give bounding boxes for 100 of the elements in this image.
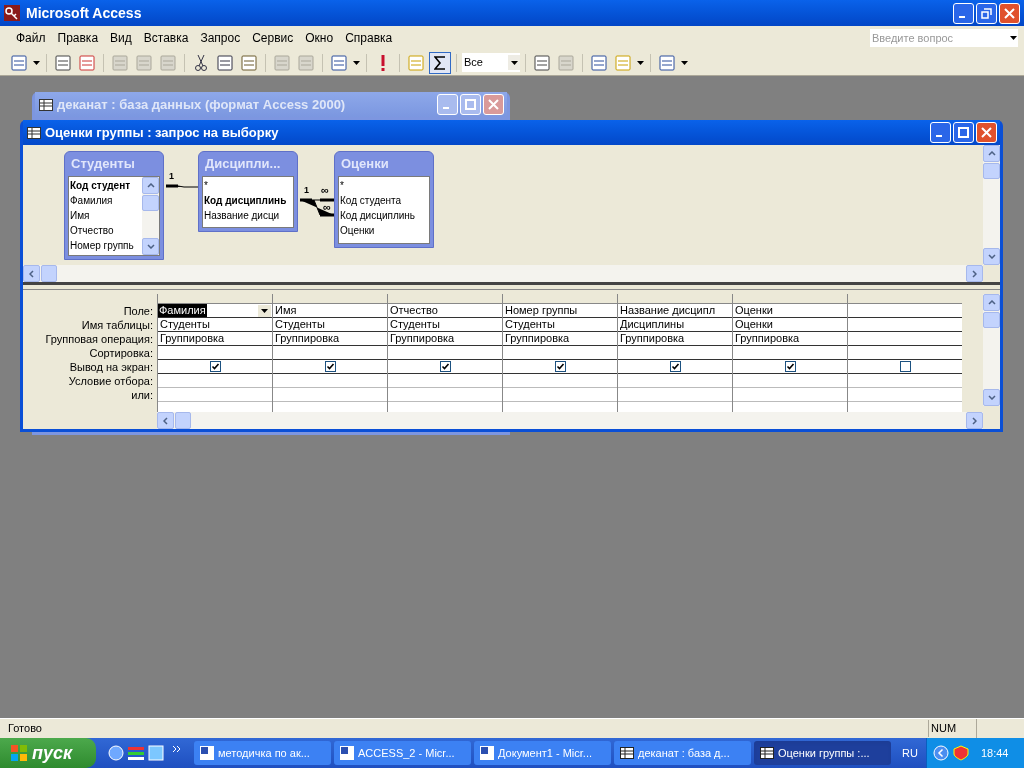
grid-cell[interactable]: Группировка bbox=[503, 332, 570, 345]
grid-cell[interactable]: Оценки bbox=[733, 304, 773, 317]
show-checkbox[interactable] bbox=[669, 361, 681, 372]
scroll-thumb[interactable] bbox=[175, 412, 191, 429]
field-name[interactable]: Код студента bbox=[340, 193, 429, 208]
scroll-up-button[interactable] bbox=[983, 294, 1000, 311]
totals-button[interactable] bbox=[429, 51, 451, 74]
dropdown-arrow-icon[interactable] bbox=[33, 60, 40, 65]
scroll-right-button[interactable] bbox=[966, 412, 983, 429]
dropdown-arrow-icon[interactable] bbox=[637, 60, 644, 65]
grid-cell[interactable]: Группировка bbox=[273, 332, 340, 345]
grid-cell[interactable]: Студенты bbox=[273, 318, 325, 331]
show-checkbox[interactable] bbox=[899, 361, 911, 372]
field-dropdown[interactable]: Фамилия bbox=[158, 304, 272, 317]
column-selector[interactable] bbox=[733, 294, 847, 304]
scroll-thumb[interactable] bbox=[983, 163, 1000, 179]
vertical-scrollbar[interactable] bbox=[983, 294, 1000, 406]
start-button[interactable]: пуск bbox=[0, 738, 96, 768]
horizontal-scrollbar[interactable] bbox=[157, 412, 983, 429]
grid-cell[interactable]: Группировка bbox=[388, 332, 455, 345]
menu-item[interactable]: Запрос bbox=[194, 29, 247, 47]
scroll-left-button[interactable] bbox=[157, 412, 174, 429]
menu-item[interactable]: Правка bbox=[51, 29, 105, 47]
column-selector[interactable] bbox=[273, 294, 387, 304]
taskbar-button[interactable]: методичка по ак... bbox=[194, 741, 331, 765]
taskbar-button[interactable]: ACCESS_2 - Micr... bbox=[334, 741, 471, 765]
language-indicator[interactable]: RU bbox=[894, 744, 926, 762]
grid-cell[interactable]: Имя bbox=[273, 304, 297, 317]
scroll-right-button[interactable] bbox=[966, 265, 983, 282]
show-checkbox[interactable] bbox=[439, 361, 451, 372]
scroll-thumb[interactable] bbox=[142, 195, 159, 211]
show-checkbox[interactable] bbox=[784, 361, 796, 372]
grid-cell[interactable]: Группировка bbox=[733, 332, 800, 345]
chevron-icon[interactable] bbox=[172, 745, 182, 753]
menu-item[interactable]: Файл bbox=[10, 29, 52, 47]
grid-cell[interactable]: Название дисципл bbox=[618, 304, 716, 317]
top-values-dropdown[interactable]: Все bbox=[462, 53, 520, 72]
grid-cell[interactable]: Студенты bbox=[388, 318, 440, 331]
column-selector[interactable] bbox=[388, 294, 502, 304]
grid-cell[interactable]: Номер группы bbox=[503, 304, 578, 317]
vertical-scrollbar[interactable] bbox=[983, 145, 1000, 265]
column-selector[interactable] bbox=[503, 294, 617, 304]
close-button[interactable] bbox=[976, 122, 997, 143]
show-checkbox[interactable] bbox=[324, 361, 336, 372]
grid-cell[interactable]: Группировка bbox=[618, 332, 685, 345]
field-name[interactable]: Номер группь bbox=[70, 238, 142, 253]
field-list-window[interactable]: Оценки * Код студента Код дисциплинь Оценки bbox=[334, 151, 434, 248]
field-list-window[interactable]: Студенты Код студент Фамилия Имя Отчество Номер группь bbox=[64, 151, 164, 260]
menu-item[interactable]: Сервис bbox=[246, 29, 300, 47]
field-name[interactable]: Фамилия bbox=[70, 193, 142, 208]
field-name[interactable]: Код дисциплинь bbox=[340, 208, 429, 223]
close-button[interactable] bbox=[483, 94, 504, 115]
menu-item[interactable]: Окно bbox=[299, 29, 340, 47]
scroll-down-button[interactable] bbox=[142, 238, 159, 255]
scroll-up-button[interactable] bbox=[142, 177, 159, 194]
scroll-thumb[interactable] bbox=[41, 265, 57, 282]
show-checkbox[interactable] bbox=[209, 361, 221, 372]
scroll-left-button[interactable] bbox=[23, 265, 40, 282]
taskbar-button[interactable]: Документ1 - Micr... bbox=[474, 741, 611, 765]
field-list-window[interactable]: Дисципли... * Код дисциплинь Название дисци bbox=[198, 151, 298, 232]
scroll-down-button[interactable] bbox=[983, 248, 1000, 265]
vertical-scrollbar[interactable] bbox=[142, 177, 159, 255]
maximize-button[interactable] bbox=[953, 122, 974, 143]
dropdown-arrow-icon[interactable] bbox=[1010, 36, 1017, 40]
menu-item[interactable]: Вид bbox=[104, 29, 138, 47]
column-selector[interactable] bbox=[618, 294, 732, 304]
field-name[interactable]: Имя bbox=[70, 208, 142, 223]
field-name[interactable]: Название дисци bbox=[204, 208, 293, 223]
field-name[interactable]: Оценки bbox=[340, 223, 429, 238]
field-list[interactable]: * Код студента Код дисциплинь Оценки bbox=[338, 176, 430, 244]
grid-cell[interactable]: Дисциплины bbox=[618, 318, 685, 331]
minimize-button[interactable] bbox=[953, 2, 974, 24]
grid-cell[interactable]: Студенты bbox=[158, 318, 210, 331]
field-name[interactable]: Код дисциплинь bbox=[204, 193, 293, 208]
grid-cell[interactable]: Оценки bbox=[733, 318, 773, 331]
taskbar-button[interactable]: деканат : база д... bbox=[614, 741, 751, 765]
column-selector[interactable] bbox=[158, 294, 272, 304]
field-list[interactable]: Код студент Фамилия Имя Отчество Номер группь bbox=[68, 176, 160, 256]
scroll-up-button[interactable] bbox=[983, 145, 1000, 162]
dropdown-arrow-icon[interactable] bbox=[681, 60, 688, 65]
field-list[interactable]: * Код дисциплинь Название дисци bbox=[202, 176, 294, 228]
dropdown-arrow-icon[interactable] bbox=[353, 60, 360, 65]
menu-item[interactable]: Вставка bbox=[137, 29, 195, 47]
field-name[interactable]: * bbox=[340, 178, 429, 193]
taskbar-button[interactable]: Оценки группы :... bbox=[754, 741, 891, 765]
minimize-button[interactable] bbox=[930, 122, 951, 143]
query-window[interactable] bbox=[20, 120, 1003, 432]
horizontal-scrollbar[interactable] bbox=[23, 265, 983, 282]
field-name[interactable]: Отчество bbox=[70, 223, 142, 238]
scroll-down-button[interactable] bbox=[983, 389, 1000, 406]
show-checkbox[interactable] bbox=[554, 361, 566, 372]
restore-button[interactable] bbox=[976, 2, 997, 24]
scroll-thumb[interactable] bbox=[983, 312, 1000, 328]
close-button[interactable] bbox=[999, 2, 1020, 24]
grid-cell[interactable]: Студенты bbox=[503, 318, 555, 331]
grid-cell[interactable]: Группировка bbox=[158, 332, 225, 345]
menu-item[interactable]: Справка bbox=[339, 29, 399, 47]
color-bars-icon[interactable] bbox=[128, 745, 144, 761]
shield-icon[interactable] bbox=[952, 745, 969, 761]
grid-cell[interactable]: Отчество bbox=[388, 304, 438, 317]
